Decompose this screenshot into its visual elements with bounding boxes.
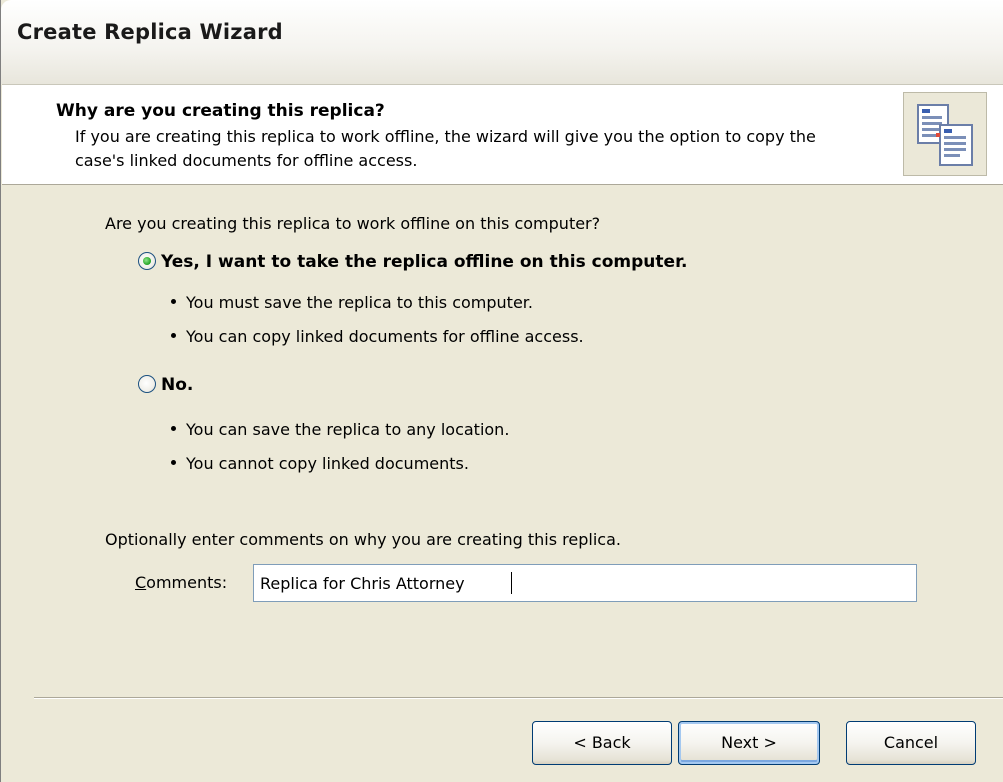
radio-no[interactable] xyxy=(138,375,156,393)
bullet-text: You can copy linked documents for offlin… xyxy=(186,327,584,346)
list-item: You can copy linked documents for offlin… xyxy=(171,327,584,346)
cancel-button[interactable]: Cancel xyxy=(846,721,976,765)
header-icon-box xyxy=(903,92,987,176)
comments-label-rest: omments: xyxy=(146,573,228,592)
bullet-icon xyxy=(171,299,176,304)
back-button[interactable]: < Back xyxy=(532,721,672,765)
title-bar[interactable]: Create Replica Wizard xyxy=(1,0,1003,84)
radio-yes[interactable] xyxy=(138,252,156,270)
bullet-text: You must save the replica to this comput… xyxy=(186,293,533,312)
bullet-text: You can save the replica to any location… xyxy=(186,420,510,439)
wizard-window: Create Replica Wizard Why are you creati… xyxy=(0,0,1003,782)
list-item: You must save the replica to this comput… xyxy=(171,293,533,312)
radio-yes-label[interactable]: Yes, I want to take the replica offline … xyxy=(161,252,688,272)
bullet-text: You cannot copy linked documents. xyxy=(186,454,469,473)
comments-prompt: Optionally enter comments on why you are… xyxy=(105,530,621,549)
bullet-icon xyxy=(171,333,176,338)
bullet-icon xyxy=(171,460,176,465)
comments-input[interactable] xyxy=(253,564,917,602)
text-caret xyxy=(511,572,512,594)
header-description: If you are creating this replica to work… xyxy=(75,127,816,170)
bullet-icon xyxy=(171,426,176,431)
list-item: You cannot copy linked documents. xyxy=(171,454,469,473)
comments-label: Comments: xyxy=(135,573,227,592)
comments-label-mnemonic: C xyxy=(135,573,147,592)
documents-icon xyxy=(917,104,973,166)
header-title: Why are you creating this replica? xyxy=(56,101,385,121)
list-item: You can save the replica to any location… xyxy=(171,420,509,439)
radio-no-label[interactable]: No. xyxy=(161,375,193,395)
header-panel: Why are you creating this replica? If yo… xyxy=(2,84,1003,185)
offline-question: Are you creating this replica to work of… xyxy=(105,214,601,233)
next-button[interactable]: Next > xyxy=(678,721,820,765)
button-separator xyxy=(34,697,1003,699)
window-title: Create Replica Wizard xyxy=(17,20,283,44)
